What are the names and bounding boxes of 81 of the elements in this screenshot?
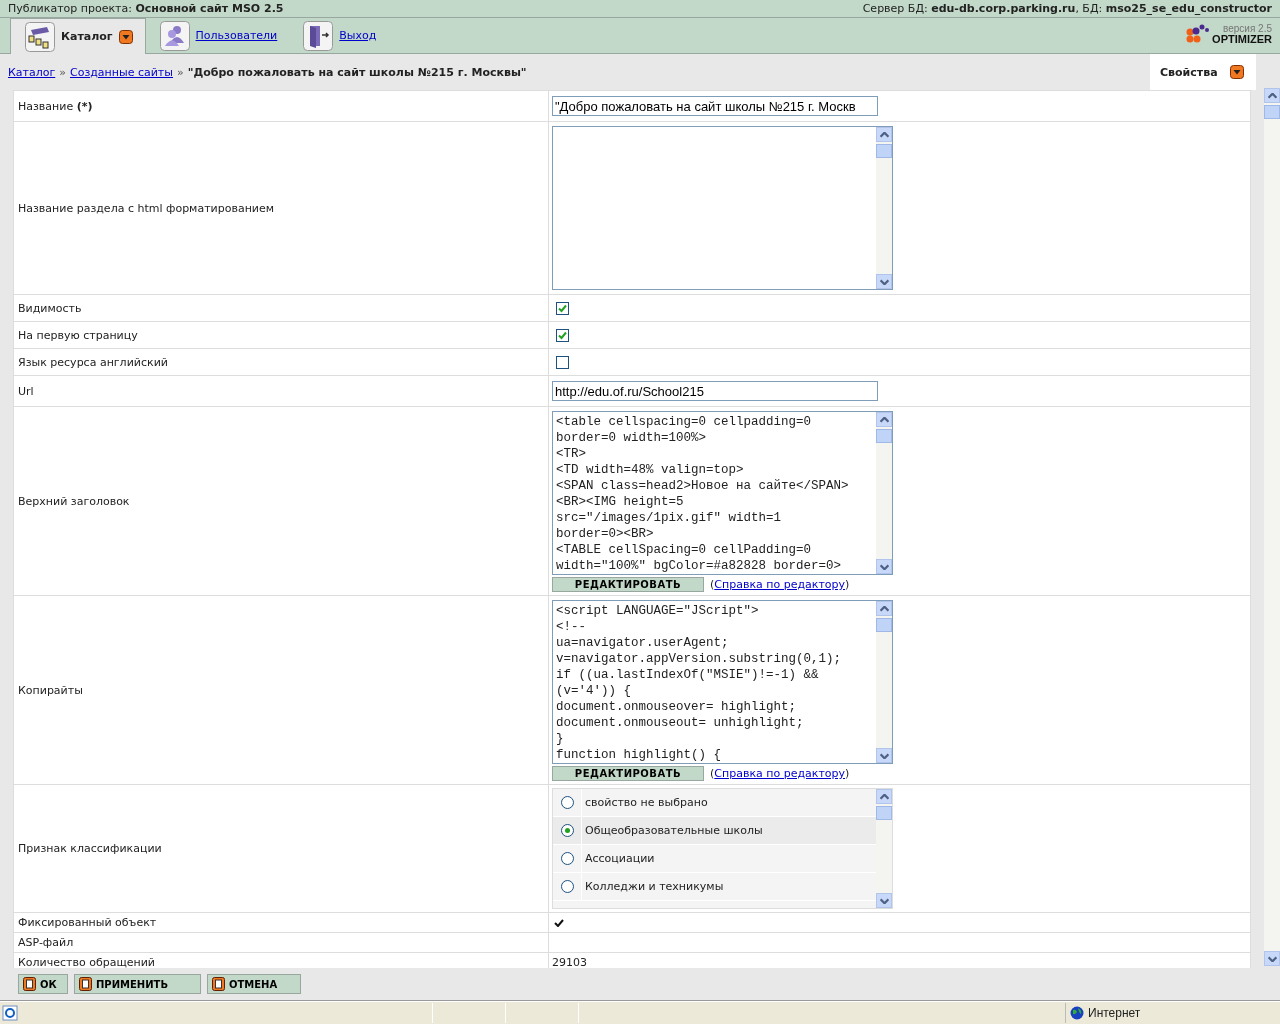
zone-text: Интернет: [1088, 1006, 1141, 1020]
chevron-up-icon: [879, 793, 889, 800]
chevron-down-icon: [879, 897, 889, 904]
field-label: Язык ресурса английский: [18, 355, 168, 369]
field-label: ASP-файл: [18, 936, 74, 949]
radio-button[interactable]: [560, 852, 574, 865]
breadcrumb-separator: »: [59, 65, 66, 79]
help-link[interactable]: Справка по редактору: [714, 578, 846, 591]
nav-tab[interactable]: Каталог: [10, 18, 146, 54]
field-label: Url: [18, 384, 34, 398]
code-editor[interactable]: <table cellspacing=0 cellpadding=0 border=0 width=100%> <TR> <TD width=48% valign=top> <SPAN class=head2>Новое на сайте</SPAN> <BR><IMG height=5 src="/images/1pix.gif" width=1 border=0><BR> <TABLE cellSpacing=0 cellPadding=0 width="100%" bgColor=#a82828 border=0>: [552, 411, 893, 575]
form-button[interactable]: ОТМЕНА: [207, 974, 301, 994]
page-title: "Добро пожаловать на сайт школы №215 г. Москвы": [187, 65, 527, 79]
nav-tab[interactable]: Выход: [289, 18, 389, 53]
list-scrollbar[interactable]: [876, 789, 892, 908]
dropdown-icon[interactable]: [118, 29, 133, 44]
edit-button[interactable]: РЕДАКТИРОВАТЬ: [552, 766, 704, 781]
checkbox[interactable]: [556, 301, 569, 315]
properties-menu[interactable]: Свойства: [1150, 54, 1256, 90]
document-icon: [23, 977, 36, 991]
chevron-down-icon: [879, 563, 889, 570]
field-label: Количество обращений: [18, 956, 155, 968]
scroll-thumb[interactable]: [876, 806, 892, 820]
checkbox[interactable]: [556, 355, 569, 369]
radio-option[interactable]: Общеобразовательные школы: [553, 817, 876, 845]
text-field[interactable]: "Добро пожаловать на сайт школы №215 г. Москв: [552, 96, 878, 116]
page-scrollbar[interactable]: [1264, 88, 1280, 966]
help-note: (Справка по редактору): [710, 578, 850, 591]
chevron-up-icon: [879, 131, 889, 138]
chevron-up-icon: [879, 416, 889, 423]
chevron-down-icon: [879, 752, 889, 759]
document-icon: [212, 977, 225, 991]
radio-button[interactable]: [560, 824, 574, 837]
field-label: На первую страницу: [18, 328, 138, 342]
text-area[interactable]: [552, 126, 893, 290]
field-label: Название (*): [18, 99, 93, 113]
checkbox[interactable]: [556, 328, 569, 342]
radio-button[interactable]: [560, 880, 574, 893]
field-label: Верхний заголовок: [18, 494, 130, 508]
textarea-scrollbar[interactable]: [876, 127, 892, 289]
globe-icon: [1070, 1006, 1084, 1020]
value-text: 29103: [552, 956, 587, 968]
chevron-up-icon: [1267, 92, 1277, 99]
project-title: Публикатор проекта: Основной сайт MSO 2.5: [8, 2, 284, 15]
edit-button[interactable]: РЕДАКТИРОВАТЬ: [552, 577, 704, 592]
field-label: Копирайты: [18, 683, 83, 697]
tree-icon: [25, 21, 55, 52]
breadcrumb-separator: »: [176, 65, 184, 79]
scroll-thumb[interactable]: [876, 429, 892, 443]
help-note: (Справка по редактору): [710, 767, 850, 780]
scroll-thumb[interactable]: [876, 618, 892, 632]
breadcrumb-link[interactable]: Каталог: [8, 65, 56, 79]
help-link[interactable]: Справка по редактору: [714, 767, 846, 780]
editor-scrollbar[interactable]: [876, 601, 892, 763]
field-label: Видимость: [18, 301, 82, 315]
field-label: Фиксированный объект: [18, 916, 157, 929]
dropdown-icon[interactable]: [1230, 65, 1244, 79]
breadcrumb-link[interactable]: Созданные сайты: [70, 65, 173, 79]
door-icon: [303, 20, 334, 51]
chevron-up-icon: [879, 605, 889, 612]
scroll-thumb[interactable]: [876, 144, 892, 158]
server-info: Сервер БД: edu-db.corp.parking.ru, БД: mso25_se_edu_constructor: [862, 2, 1272, 15]
scroll-thumb[interactable]: [1264, 105, 1280, 119]
chevron-down-icon: [1267, 955, 1277, 962]
logo-text: OPTIMIZER: [1212, 34, 1272, 44]
users-icon: [159, 20, 190, 51]
form-button[interactable]: ПРИМЕНИТЬ: [74, 974, 201, 994]
version-text: версия 2.5: [1223, 24, 1272, 34]
form-button[interactable]: ОК: [18, 974, 68, 994]
document-icon: [79, 977, 92, 991]
radio-button[interactable]: [560, 796, 574, 809]
nav-tab[interactable]: Пользователи: [145, 18, 290, 53]
text-field[interactable]: http://edu.of.ru/School215: [552, 381, 878, 401]
field-label: Признак классификации: [18, 842, 162, 855]
radio-option[interactable]: Ассоциации: [553, 845, 876, 873]
field-label: Название раздела с html форматированием: [18, 201, 275, 215]
logo-icon: [1186, 24, 1211, 44]
editor-scrollbar[interactable]: [876, 412, 892, 574]
code-editor[interactable]: <script LANGUAGE="JScript"> <!-- ua=navigator.userAgent; v=navigator.appVersion.substring(0,1); if ((ua.lastIndexOf("MSIE")!=-1) && (v='4')) { document.onmouseover= highlight; document.onmouseout= unhighlight; } function highlight() {: [552, 600, 893, 764]
radio-option[interactable]: Колледжи и техникумы: [553, 873, 876, 901]
chevron-down-icon: [879, 278, 889, 285]
